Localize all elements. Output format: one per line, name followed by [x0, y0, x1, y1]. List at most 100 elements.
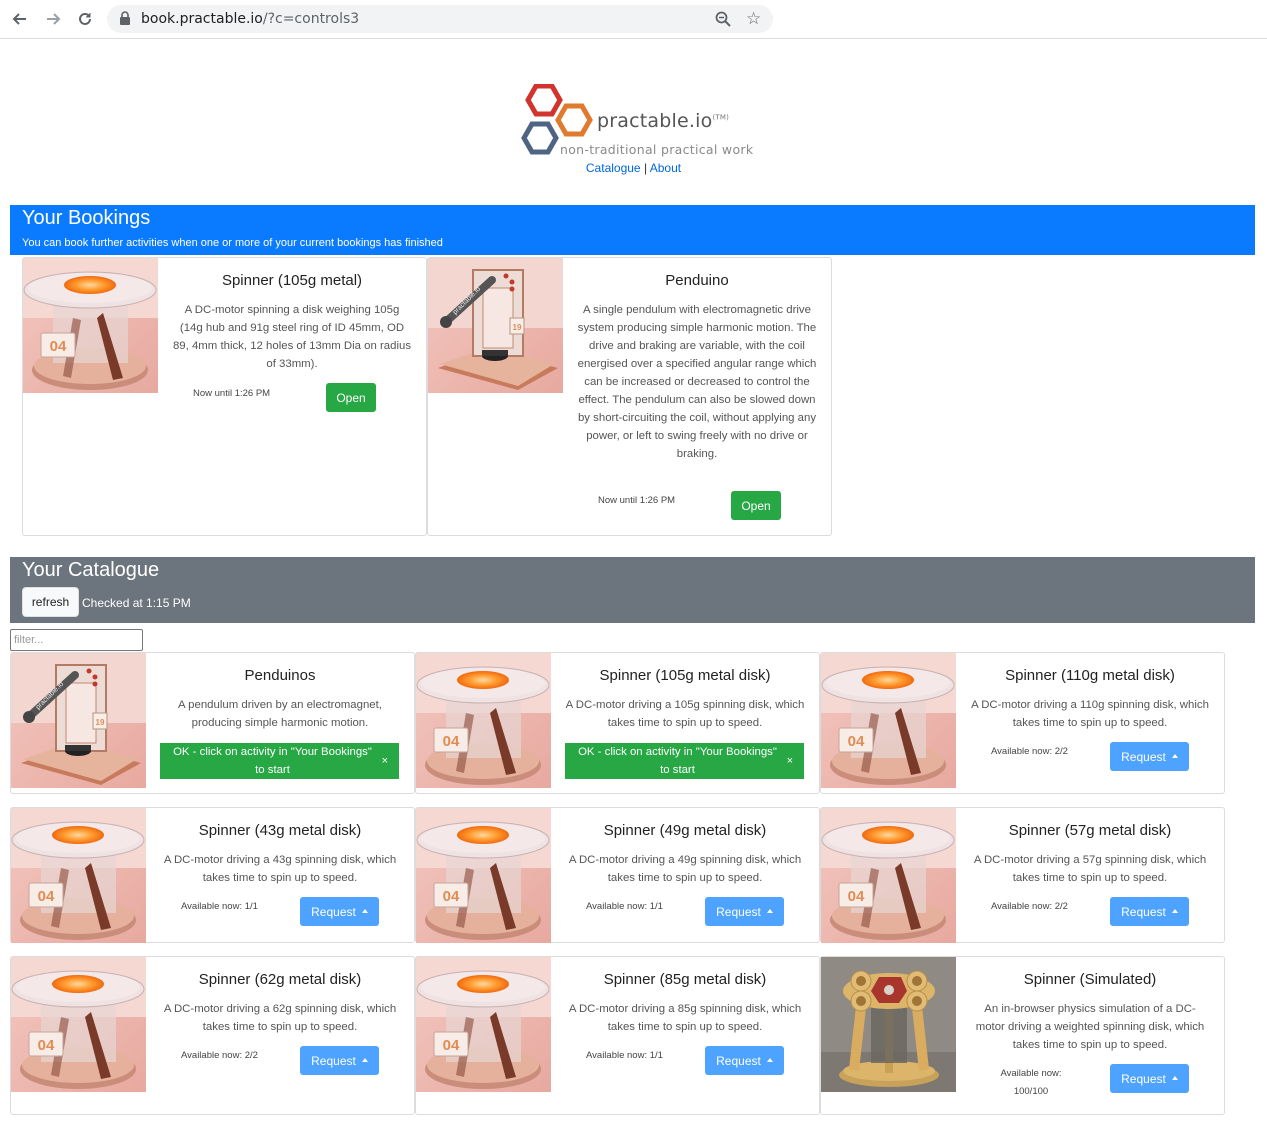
bookings-banner: Your Bookings You can book further activ… [10, 205, 1255, 255]
availability: Available now: 1/1 [586, 1050, 663, 1061]
request-label: Request [1121, 904, 1166, 919]
availability: Available now: 1/1 [181, 901, 258, 912]
about-link[interactable]: About [650, 161, 681, 175]
catalogue-item-description: A pendulum driven by an electromagnet, p… [178, 699, 382, 729]
header-nav: Catalogue | About [0, 161, 1267, 175]
request-button[interactable]: Request [1110, 742, 1189, 771]
spinner-image [821, 653, 956, 788]
request-label: Request [311, 904, 356, 919]
pendulum-image [428, 258, 563, 393]
request-label: Request [1121, 749, 1166, 764]
catalogue-item-title: Spinner (110g metal disk) [1005, 667, 1175, 684]
catalogue-card-spinner-simulated[interactable]: Spinner (Simulated) An in-browser physic… [820, 956, 1225, 1115]
catalogue-item-title: Spinner (43g metal disk) [198, 822, 362, 839]
booking-time: Now until 1:26 PM [193, 388, 271, 399]
catalogue-card-spinner-110[interactable]: Spinner (110g metal disk) A DC-motor dri… [820, 652, 1225, 794]
catalogue-banner: Your Catalogue refresh Checked at 1:15 P… [10, 557, 1255, 623]
open-button[interactable]: Open [326, 383, 376, 412]
catalogue-card-spinner-57[interactable]: Spinner (57g metal disk) A DC-motor driv… [820, 807, 1225, 943]
filter-input[interactable] [10, 629, 143, 651]
spinner-image [416, 653, 551, 788]
caret-up-icon [361, 1058, 368, 1062]
request-button[interactable]: Request [1110, 1064, 1189, 1093]
catalogue-card-spinner-85[interactable]: Spinner (85g metal disk) A DC-motor driv… [415, 956, 820, 1115]
catalogue-card-spinner-62[interactable]: Spinner (62g metal disk) A DC-motor driv… [10, 956, 415, 1115]
catalogue-item-title: Spinner (62g metal disk) [198, 971, 362, 988]
forward-icon[interactable] [42, 8, 64, 30]
open-button[interactable]: Open [731, 491, 781, 520]
availability-label: Available now: [1000, 1068, 1062, 1079]
practable-logo: practable.io(TM) non-traditional practic… [520, 84, 754, 160]
catalogue-item-title: Spinner (57g metal disk) [1008, 822, 1172, 839]
close-icon[interactable]: × [787, 752, 793, 770]
checked-time: Checked at 1:15 PM [82, 596, 191, 610]
zoom-icon[interactable] [715, 11, 731, 32]
catalogue-card-spinner-49[interactable]: Spinner (49g metal disk) A DC-motor driv… [415, 807, 820, 943]
catalogue-item-description: A DC-motor driving a 43g spinning disk, … [163, 854, 397, 884]
catalogue-item-description: A DC-motor driving a 110g spinning disk,… [971, 699, 1209, 729]
booking-title: Penduino [665, 272, 729, 289]
tagline: non-traditional practical work [560, 142, 754, 157]
caret-up-icon [766, 909, 773, 913]
caret-up-icon [361, 909, 368, 913]
spinner-image [23, 258, 158, 393]
catalogue-card-penduinos[interactable]: Penduinos A pendulum driven by an electr… [10, 652, 415, 794]
catalogue-card-spinner-43[interactable]: Spinner (43g metal disk) A DC-motor driv… [10, 807, 415, 943]
request-label: Request [1121, 1071, 1166, 1086]
availability: Available now: 100/100 [991, 1065, 1071, 1101]
address-bar[interactable]: book.practable.io/?c=controls3 ☆ [107, 5, 773, 33]
ok-alert-text: OK - click on activity in "Your Bookings… [173, 746, 372, 776]
booking-title: Spinner (105g metal) [221, 272, 363, 289]
request-label: Request [716, 1053, 761, 1068]
catalogue-item-title: Spinner (85g metal disk) [603, 971, 767, 988]
catalogue-item-description: A DC-motor driving a 85g spinning disk, … [568, 1003, 802, 1033]
booking-description: A DC-motor spinning a disk weighing 105g… [172, 304, 412, 370]
catalogue-item-title: Spinner (105g metal disk) [599, 667, 771, 684]
catalogue-title: Your Catalogue [22, 559, 160, 581]
ok-alert-text: OK - click on activity in "Your Bookings… [578, 746, 777, 776]
catalogue-item-title: Spinner (49g metal disk) [603, 822, 767, 839]
catalogue-item-title: Penduinos [244, 667, 316, 684]
booking-card-spinner: Spinner (105g metal) A DC-motor spinning… [22, 257, 427, 536]
availability: Available now: 1/1 [586, 901, 663, 912]
bookings-subtitle: You can book further activities when one… [22, 237, 443, 249]
availability: Available now: 2/2 [181, 1050, 258, 1061]
close-icon[interactable]: × [382, 752, 388, 770]
catalogue-item-description: A DC-motor driving a 57g spinning disk, … [973, 854, 1207, 884]
reload-icon[interactable] [74, 8, 96, 30]
catalogue-item-description: A DC-motor driving a 105g spinning disk,… [565, 699, 805, 729]
booking-time: Now until 1:26 PM [598, 495, 676, 506]
refresh-button[interactable]: refresh [22, 587, 79, 617]
availability-count: 100/100 [1013, 1086, 1049, 1097]
ok-alert: OK - click on activity in "Your Bookings… [565, 743, 804, 779]
catalogue-link[interactable]: Catalogue [586, 161, 641, 175]
caret-up-icon [1171, 754, 1178, 758]
bookmark-star-icon[interactable]: ☆ [746, 9, 761, 29]
catalogue-item-title: Spinner (Simulated) [1023, 971, 1157, 988]
request-button[interactable]: Request [300, 897, 379, 926]
nav-separator: | [643, 161, 648, 175]
request-button[interactable]: Request [705, 897, 784, 926]
request-button[interactable]: Request [300, 1046, 379, 1075]
ok-alert: OK - click on activity in "Your Bookings… [160, 743, 399, 779]
caret-up-icon [1171, 909, 1178, 913]
bookings-title: Your Bookings [22, 207, 151, 229]
request-button[interactable]: Request [705, 1046, 784, 1075]
spinner-image [11, 957, 146, 1092]
spinner-image [416, 808, 551, 943]
request-label: Request [311, 1053, 356, 1068]
spinner-image [11, 808, 146, 943]
availability: Available now: 2/2 [991, 746, 1068, 757]
brand-name: practable.io(TM) [597, 110, 730, 132]
availability: Available now: 2/2 [991, 901, 1068, 912]
lock-icon [119, 11, 131, 31]
back-icon[interactable] [9, 8, 31, 30]
request-button[interactable]: Request [1110, 897, 1189, 926]
catalogue-item-description: A DC-motor driving a 62g spinning disk, … [163, 1003, 397, 1033]
browser-toolbar: book.practable.io/?c=controls3 ☆ [0, 0, 1267, 39]
caret-up-icon [1171, 1076, 1178, 1080]
spinner-image [821, 808, 956, 943]
booking-card-penduino: Penduino A single pendulum with electrom… [427, 257, 832, 536]
booking-description: A single pendulum with electromagnetic d… [577, 304, 817, 460]
catalogue-card-spinner-105[interactable]: Spinner (105g metal disk) A DC-motor dri… [415, 652, 820, 794]
